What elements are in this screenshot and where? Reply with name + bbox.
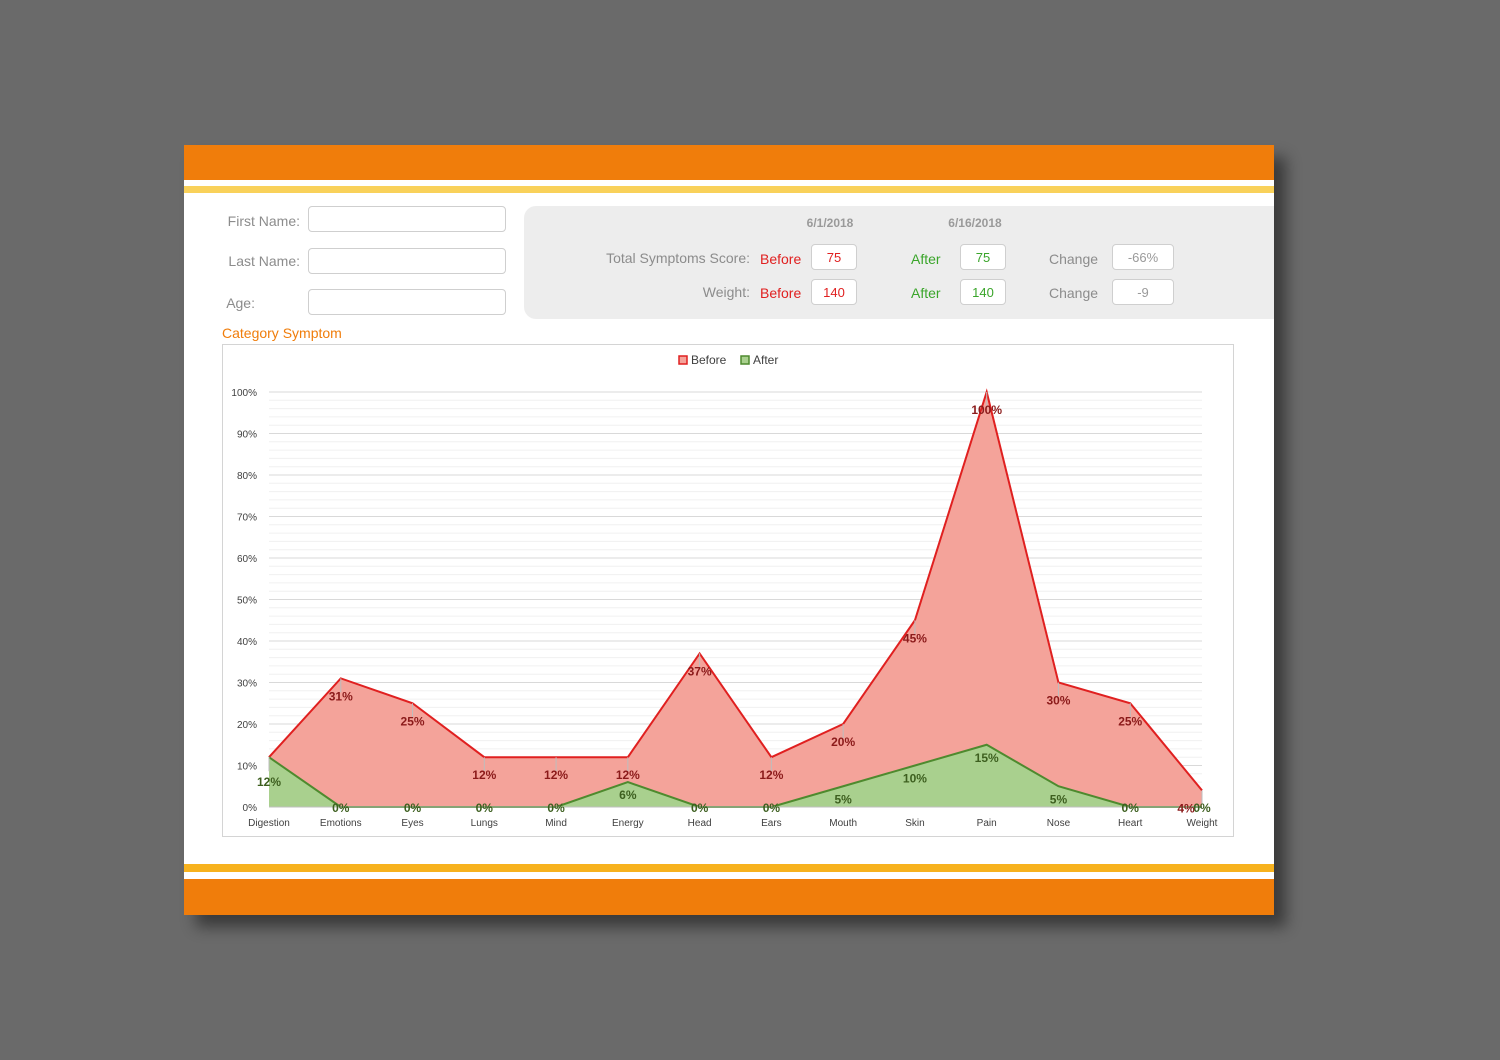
after-data-label: 0% [404, 801, 422, 815]
before-data-label: 37% [688, 664, 712, 678]
x-tick-label: Skin [905, 818, 924, 829]
summary-panel: 6/1/2018 6/16/2018 Total Symptoms Score:… [524, 206, 1274, 319]
weight-change-value[interactable]: -9 [1112, 279, 1174, 305]
x-tick-label: Head [688, 818, 712, 829]
legend-after-label: After [753, 353, 778, 367]
score-label: Total Symptoms Score: [606, 250, 750, 266]
report-card: First Name: Last Name: Age: 6/1/2018 6/1… [184, 145, 1274, 915]
weight-label: Weight: [702, 284, 750, 300]
weight-before-value[interactable]: 140 [811, 279, 857, 305]
legend-before-label: Before [691, 353, 727, 367]
weight-change-label: Change [1049, 285, 1099, 301]
date-before: 6/1/2018 [806, 216, 854, 230]
before-data-label: 25% [401, 714, 425, 728]
header-band [184, 145, 1274, 180]
x-tick-label: Nose [1047, 818, 1071, 829]
before-data-label: 45% [903, 631, 927, 645]
y-tick-label: 70% [237, 513, 257, 524]
y-tick-label: 30% [237, 679, 257, 690]
legend-after-swatch [740, 355, 750, 365]
before-data-label: 25% [1118, 714, 1142, 728]
before-data-label: 31% [329, 689, 353, 703]
score-after-value[interactable]: 75 [960, 244, 1006, 270]
section-title: Category Symptom [222, 325, 342, 341]
x-tick-label: Emotions [320, 818, 362, 829]
before-data-label: 12% [544, 768, 568, 782]
after-data-label: 10% [903, 772, 927, 786]
score-after-label: After [911, 251, 941, 267]
first-name-input[interactable] [308, 206, 506, 232]
x-tick-label: Energy [612, 818, 644, 829]
first-name-label: First Name: [227, 213, 300, 229]
before-data-label: 12% [472, 768, 496, 782]
y-tick-label: 0% [243, 803, 258, 814]
after-data-label: 5% [834, 792, 852, 806]
after-data-label: 0% [332, 801, 350, 815]
score-before-label: Before [760, 251, 802, 267]
after-data-label: 0% [763, 801, 781, 815]
after-data-label: 6% [619, 788, 637, 802]
x-tick-label: Mind [545, 818, 567, 829]
y-tick-label: 80% [237, 471, 257, 482]
before-data-label: 100% [971, 403, 1002, 417]
before-data-label: 30% [1046, 694, 1070, 708]
x-tick-label: Heart [1118, 818, 1143, 829]
x-tick-label: Mouth [829, 818, 857, 829]
footer-band [184, 879, 1274, 915]
y-tick-label: 40% [237, 637, 257, 648]
weight-before-label: Before [760, 285, 802, 301]
x-tick-label: Weight [1187, 818, 1218, 829]
after-data-label: 5% [1050, 792, 1068, 806]
x-tick-label: Lungs [471, 818, 498, 829]
score-change-value[interactable]: -66% [1112, 244, 1174, 270]
after-data-label: 0% [1122, 801, 1140, 815]
last-name-label: Last Name: [228, 253, 300, 269]
x-tick-label: Digestion [248, 818, 290, 829]
age-input[interactable] [308, 289, 506, 315]
chart-svg: 0% 10% 20% 30% 40% 50% 60% 70% 80% 90% 100% Digesti… [231, 353, 1218, 829]
after-data-label: 15% [975, 751, 999, 765]
y-tick-label: 10% [237, 762, 257, 773]
after-data-label: 12% [257, 775, 281, 789]
weight-after-label: After [911, 285, 941, 301]
y-tick-label: 100% [231, 388, 257, 399]
y-tick-label: 20% [237, 720, 257, 731]
category-symptom-chart: 0% 10% 20% 30% 40% 50% 60% 70% 80% 90% 100% Digesti… [222, 344, 1234, 837]
date-after: 6/16/2018 [948, 216, 1002, 230]
age-label: Age: [226, 295, 255, 311]
after-data-label: 0% [691, 801, 709, 815]
after-data-label: 0% [1193, 801, 1211, 815]
before-data-label: 12% [759, 768, 783, 782]
y-tick-label: 90% [237, 430, 257, 441]
after-data-label: 0% [547, 801, 565, 815]
weight-after-value[interactable]: 140 [960, 279, 1006, 305]
x-tick-label: Pain [977, 818, 997, 829]
x-tick-label: Ears [761, 818, 782, 829]
footer-stripe [184, 864, 1274, 872]
header-stripe [184, 186, 1274, 193]
last-name-input[interactable] [308, 248, 506, 274]
after-data-label: 0% [476, 801, 494, 815]
y-tick-label: 50% [237, 596, 257, 607]
before-data-label: 20% [831, 735, 855, 749]
x-tick-label: Eyes [401, 818, 423, 829]
score-change-label: Change [1049, 251, 1099, 267]
legend-before-swatch [678, 355, 688, 365]
before-data-label: 12% [616, 768, 640, 782]
y-tick-label: 60% [237, 554, 257, 565]
score-before-value[interactable]: 75 [811, 244, 857, 270]
